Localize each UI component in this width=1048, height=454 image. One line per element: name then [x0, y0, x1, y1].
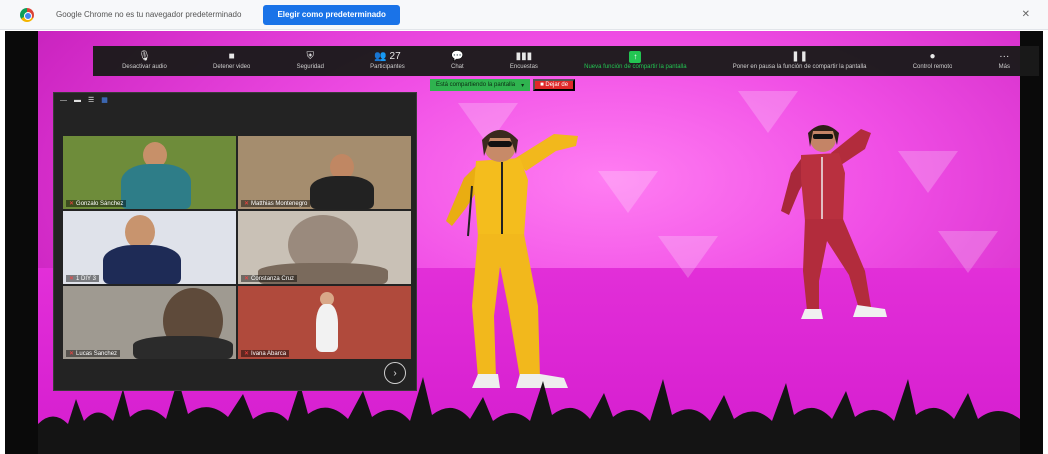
- participant-tile[interactable]: ✕ Constanza Cruz: [238, 211, 411, 284]
- shield-icon: ⛨: [306, 50, 315, 62]
- speaker-view-icon[interactable]: ☰: [88, 96, 94, 104]
- mic-muted-icon: ✕: [244, 351, 250, 357]
- participant-name-text: Gonzalo Sánchez: [76, 201, 124, 207]
- participant-name: ✕ Ivana Abarca: [241, 350, 290, 357]
- share-screen-icon: ↑: [629, 50, 642, 63]
- minimize-icon[interactable]: —: [60, 97, 67, 104]
- mic-muted-icon: ✕: [244, 201, 250, 207]
- participant-body: [133, 336, 233, 359]
- bar-chart-icon: ▮▮▮: [515, 50, 533, 62]
- mic-muted-icon: ✕: [244, 276, 250, 282]
- decor-triangle: [898, 151, 958, 193]
- mic-muted-icon: ✕: [69, 201, 75, 207]
- participant-tile[interactable]: ✕ Lucas Sanchez: [63, 286, 236, 359]
- video-camera-icon: ■: [228, 50, 235, 62]
- participant-body: [316, 304, 338, 352]
- remote-control-icon: ●: [929, 50, 936, 62]
- expand-icon[interactable]: ▾: [521, 82, 524, 89]
- meeting-toolbar: 🎙 Desactivar audio ■ Detener video ⛨ Seg…: [93, 46, 1039, 76]
- dancer-yellow: [446, 130, 578, 388]
- participant-head: [125, 215, 155, 249]
- chevron-right-icon[interactable]: ›: [384, 362, 406, 384]
- sharing-status-text: Está compartiendo la pantalla: [436, 82, 516, 88]
- toolbar-video-label: Detener video: [213, 63, 251, 70]
- sharing-status: Está compartiendo la pantalla ▾: [430, 79, 531, 91]
- more-icon: ···: [999, 50, 1010, 62]
- pause-icon: ❚❚: [791, 50, 809, 62]
- participant-name: ✕ Constanza Cruz: [241, 275, 298, 282]
- toolbar-pause-share-label: Poner en pausa la función de compartir l…: [732, 63, 867, 70]
- gallery-view-panel: — ▬ ☰ ▦ ✕ Gonzalo Sánchez ✕ Matthias Monte…: [53, 92, 417, 391]
- participants-icon: 👥 27: [374, 50, 401, 62]
- collapse-icon[interactable]: ▬: [74, 97, 81, 104]
- sharing-status-bar: Está compartiendo la pantalla ▾ ■ Dejar …: [430, 79, 576, 91]
- toolbar-chat-label: Chat: [451, 63, 464, 70]
- toolbar-more-button[interactable]: ··· Más: [976, 46, 1034, 76]
- toolbar-pause-share-button[interactable]: ❚❚ Poner en pausa la función de comparti…: [710, 46, 890, 76]
- toolbar-share-screen-label: Nueva función de compartir la pantalla: [584, 63, 687, 70]
- participant-name: ✕ Lucas Sanchez: [66, 350, 121, 357]
- toolbar-participants-label: Participantes: [370, 63, 405, 70]
- participant-name: ✕ Gonzalo Sánchez: [66, 200, 127, 207]
- decor-triangle: [658, 236, 718, 278]
- dancer-red: [781, 125, 887, 319]
- participant-body: [121, 164, 191, 209]
- gallery-header: — ▬ ☰ ▦: [54, 93, 416, 107]
- participant-body: [103, 245, 181, 284]
- toolbar-chat-button[interactable]: 💬 Chat: [428, 46, 487, 76]
- mic-muted-icon: ✕: [69, 276, 75, 282]
- toolbar-remote-control-button[interactable]: ● Control remoto: [890, 46, 976, 76]
- participant-body: [310, 176, 374, 209]
- chat-bubble-icon: 💬: [451, 50, 464, 62]
- decor-triangle: [598, 171, 658, 213]
- infobar-message: Google Chrome no es tu navegador predete…: [56, 10, 242, 19]
- participant-name: ✕ 1 DIY 3: [66, 275, 99, 282]
- default-browser-infobar: Google Chrome no es tu navegador predete…: [0, 0, 1048, 30]
- microphone-icon: 🎙: [138, 50, 151, 62]
- toolbar-share-screen-button[interactable]: ↑ Nueva función de compartir la pantalla: [561, 46, 710, 76]
- stop-share-label: Dejar de: [545, 82, 569, 88]
- gallery-grid-icon[interactable]: ▦: [101, 96, 108, 104]
- participant-tile[interactable]: ✕ Matthias Montenegro: [238, 136, 411, 209]
- participant-name-text: Lucas Sanchez: [76, 351, 118, 357]
- participant-name-text: Ivana Abarca: [251, 351, 287, 357]
- participant-name-text: Constanza Cruz: [251, 276, 295, 282]
- toolbar-audio-button[interactable]: 🎙 Desactivar audio: [99, 46, 190, 76]
- toolbar-polls-label: Encuestas: [509, 63, 538, 70]
- close-icon[interactable]: ✕: [1022, 9, 1030, 20]
- toolbar-security-button[interactable]: ⛨ Seguridad: [273, 46, 347, 76]
- toolbar-audio-label: Desactivar audio: [122, 63, 167, 70]
- chrome-logo-icon: [20, 7, 34, 22]
- participant-tile[interactable]: ✕ 1 DIY 3: [63, 211, 236, 284]
- mic-muted-icon: ✕: [69, 351, 75, 357]
- participant-name-text: Matthias Montenegro: [251, 201, 308, 207]
- stop-share-button[interactable]: ■ Dejar de: [533, 79, 576, 91]
- toolbar-participants-button[interactable]: 👥 27 Participantes: [347, 46, 428, 76]
- decor-triangle: [938, 231, 998, 273]
- toolbar-remote-control-label: Control remoto: [912, 63, 953, 70]
- zoom-meeting-window: 🎙 Desactivar audio ■ Detener video ⛨ Seg…: [5, 31, 1043, 454]
- toolbar-video-button[interactable]: ■ Detener video: [190, 46, 274, 76]
- toolbar-polls-button[interactable]: ▮▮▮ Encuestas: [487, 46, 561, 76]
- participant-tile[interactable]: ✕ Gonzalo Sánchez: [63, 136, 236, 209]
- participant-tile[interactable]: ✕ Ivana Abarca: [238, 286, 411, 359]
- toolbar-security-label: Seguridad: [296, 63, 324, 70]
- set-default-button[interactable]: Elegir como predeterminado: [263, 4, 400, 25]
- participant-name: ✕ Matthias Montenegro: [241, 200, 311, 207]
- participant-name-text: 1 DIY 3: [76, 276, 96, 282]
- toolbar-more-label: Más: [998, 63, 1010, 70]
